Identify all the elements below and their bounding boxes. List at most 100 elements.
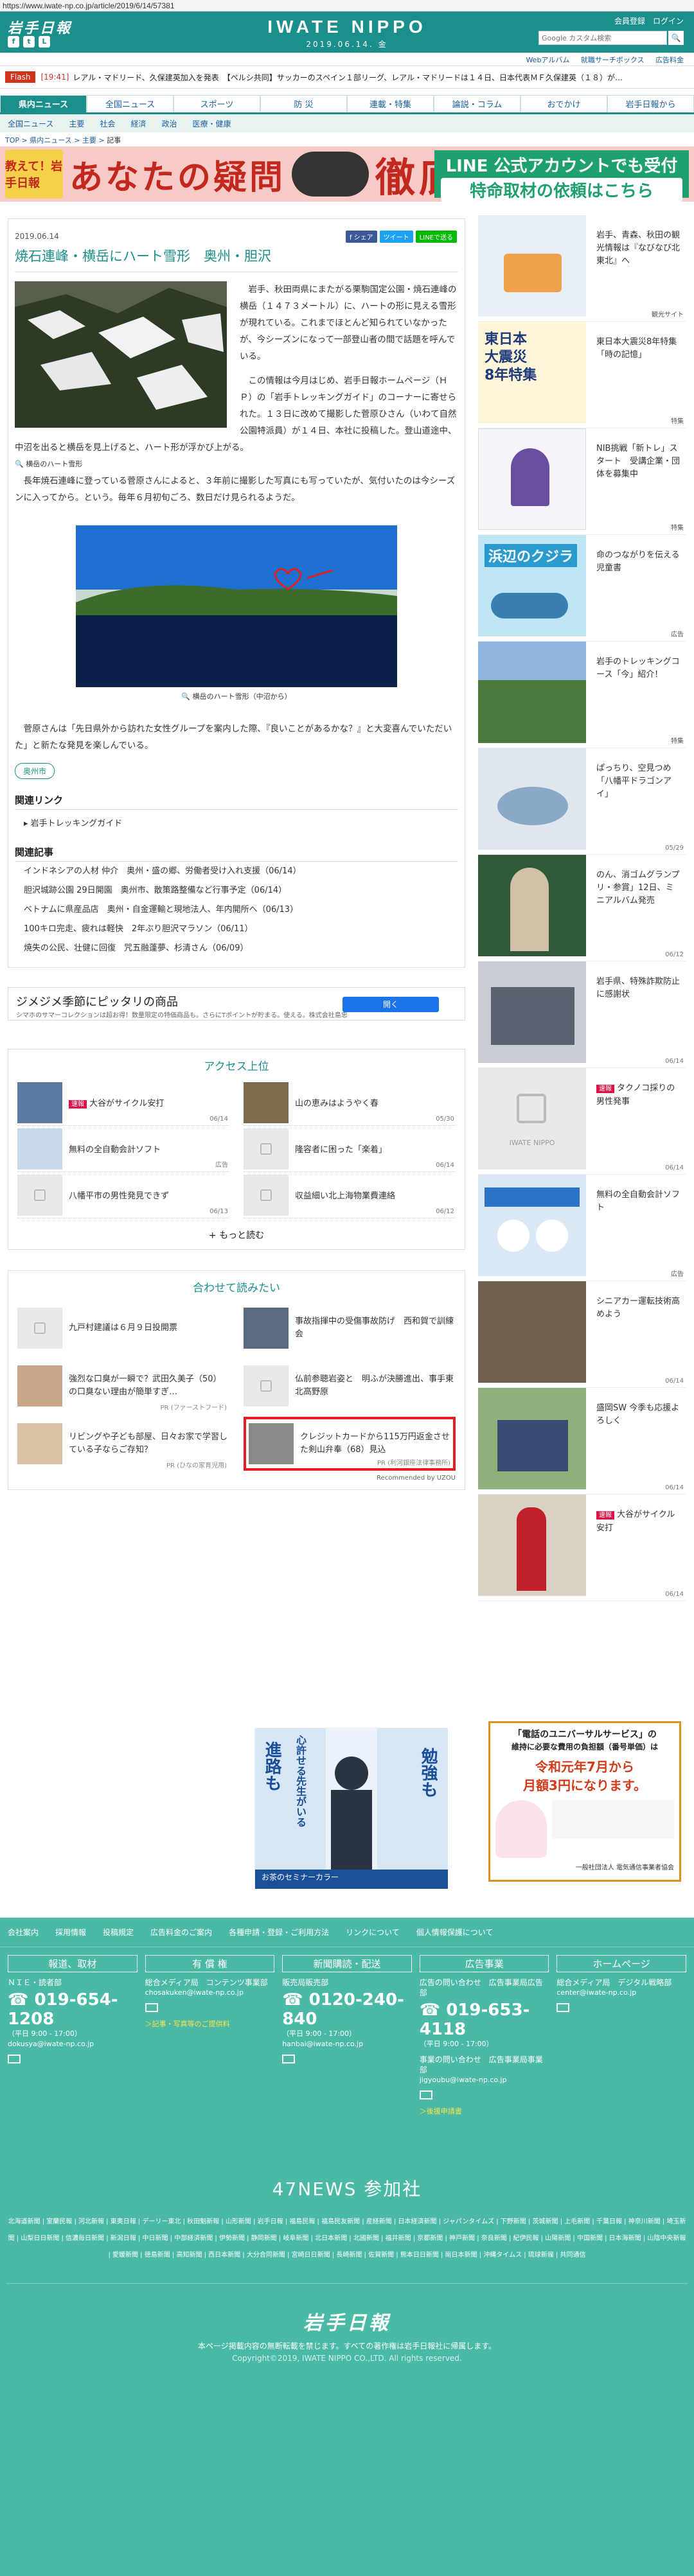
- banner-line-box[interactable]: LINE 公式アカウントでも受付 特命取材の依頼はこちら: [434, 150, 689, 202]
- recommend-item-highlighted[interactable]: クレジットカードから115万円返金させた剣山弁奉（68）見込 PR (利河銀座法…: [244, 1417, 456, 1471]
- display-ad-left[interactable]: 進路も 心許せる先生がいる 勉強も お茶のセミナーカラー: [254, 1728, 448, 1889]
- zoom-icon[interactable]: 🔍: [181, 692, 190, 701]
- ranking-title[interactable]: 収益細い北上海物業費連絡: [295, 1189, 395, 1201]
- special-report-banner[interactable]: 教えて！岩手日報 あなたの疑問 徹底解明 LINE 公式アカウントでも受付 特命…: [0, 146, 694, 202]
- sidebar-item[interactable]: 速報 大谷がサイクル安打 06/14: [478, 1494, 686, 1601]
- ranking-item[interactable]: 八幡平市の男性発見できず 06/13: [17, 1172, 229, 1218]
- ad-rate-link[interactable]: 広告料金: [655, 56, 684, 64]
- related-link-text[interactable]: 岩手トレッキングガイド: [31, 819, 123, 828]
- ranking-title[interactable]: 隆容者に困った「楽着」: [295, 1143, 387, 1155]
- footer-link[interactable]: リンクについて: [346, 1927, 400, 1938]
- sidebar-title[interactable]: 速報 タクノコ採りの男性発事: [596, 1082, 680, 1108]
- recommend-title[interactable]: 事故指揮中の受傷事故防げ 西和賀で訓練会: [295, 1315, 456, 1341]
- tag-chip[interactable]: 奥州市: [15, 763, 55, 779]
- ranking-item[interactable]: 山の恵みはようやく春 05/30: [244, 1080, 456, 1126]
- related-link[interactable]: ▸ 岩手トレッキングガイド: [24, 816, 458, 828]
- more-button[interactable]: + もっと読む: [17, 1229, 456, 1241]
- nav-item-disaster[interactable]: 防 災: [260, 95, 347, 112]
- subnav-item[interactable]: 経済: [130, 118, 146, 129]
- ranking-title[interactable]: 山の恵みはようやく春: [295, 1096, 378, 1108]
- footer-link[interactable]: 会社案内: [8, 1927, 39, 1938]
- sidebar-title[interactable]: シニアカー運転技術高めよう: [596, 1295, 680, 1321]
- footer-col-mail[interactable]: hanbai@iwate-np.co.jp: [282, 2039, 412, 2049]
- related-news-item[interactable]: インドネシアの人材 仲介 奥州・盛の郷、労働者受け入れ支援（06/14）: [15, 862, 458, 881]
- sidebar-item[interactable]: のん、消ゴムグランプリ・参賞」12日、ミニアルバム発売 06/12: [478, 855, 686, 961]
- sidebar-item[interactable]: 岩手、青森、秋田の観光情報は『なびなび北東北』へ 観光サイト: [478, 215, 686, 322]
- recommend-title[interactable]: リビングや子ども部屋、日々お家で学習している子ならご存知？: [69, 1431, 229, 1457]
- footer-col-link[interactable]: ＞記事・写真等のご提供料: [145, 2019, 275, 2029]
- sidebar-item[interactable]: 浜辺のクジラ 命のつながりを伝える児童書 広告: [478, 535, 686, 642]
- subnav-item[interactable]: 医療・健康: [192, 118, 231, 129]
- footer-col-mail[interactable]: chosakuken@iwate-np.co.jp: [145, 1988, 275, 1998]
- search-input[interactable]: [538, 31, 667, 45]
- footer-link[interactable]: 投稿規定: [103, 1927, 134, 1938]
- footer-col-mail[interactable]: dokusya@iwate-np.co.jp: [8, 2039, 138, 2049]
- nav-item-editorial[interactable]: 論説・コラム: [434, 95, 520, 112]
- recommend-item[interactable]: リビングや子ども部屋、日々お家で学習している子ならご存知？ PR (ひなの家育児…: [17, 1417, 229, 1471]
- breadcrumb-local[interactable]: 県内ニュース: [30, 136, 71, 145]
- facebook-share-button[interactable]: f シェア: [345, 231, 377, 243]
- ranking-text[interactable]: 速報 大谷がサイクル安打: [69, 1096, 164, 1108]
- related-news-item[interactable]: 焼失の公民、壮健に回復 咒五融蓬夢、杉清さん（06/09）: [15, 939, 458, 958]
- sidebar-title[interactable]: 東日本大震災8年特集「時の記憶」: [596, 336, 680, 362]
- recommend-title[interactable]: 仏前参聴岩姿と 明ふが決勝進出、事手東北高野原: [295, 1373, 456, 1399]
- footer-link[interactable]: 広告料金のご案内: [150, 1927, 212, 1938]
- recommend-item[interactable]: 九戸村建議は６月９日投開票: [17, 1301, 229, 1355]
- article-photo-lake[interactable]: [76, 525, 397, 687]
- nav-item-outing[interactable]: おでかけ: [520, 95, 607, 112]
- ranking-title[interactable]: 無料の全自動会計ソフト: [69, 1143, 161, 1155]
- related-news-item[interactable]: 100キロ完走、疲れは軽快 2年ぶり胆沢マラソン（06/11）: [15, 920, 458, 939]
- mail-icon[interactable]: [282, 2055, 296, 2063]
- nav-item-series[interactable]: 連載・特集: [347, 95, 434, 112]
- sidebar-title[interactable]: 速報 大谷がサイクル安打: [596, 1509, 680, 1535]
- recommend-title[interactable]: 強烈な口臭が一瞬で？武田久美子（50）の口臭ない理由が簡単すぎ…: [69, 1373, 229, 1399]
- sidebar-title[interactable]: 岩手、青森、秋田の観光情報は『なびなび北東北』へ: [596, 229, 680, 268]
- zoom-icon[interactable]: 🔍: [15, 460, 24, 468]
- footer-col-mail[interactable]: jigyoubu@iwate-np.co.jp: [420, 2075, 549, 2085]
- register-link[interactable]: 会員登録: [614, 15, 645, 26]
- sponsored-ad[interactable]: ジメジメ季節にピッタリの商品 シマホのサマーコレクションは超お得！数量限定の特価…: [8, 987, 465, 1021]
- subnav-item[interactable]: 主要: [69, 118, 84, 129]
- recommend-item[interactable]: 事故指揮中の受傷事故防げ 西和賀で訓練会: [244, 1301, 456, 1355]
- flash-news-ticker[interactable]: Flash [19:41] レアル・マドリード、久保建英加入を発表 【ペルシ共同…: [0, 66, 694, 89]
- breadcrumb-main[interactable]: 主要: [82, 136, 96, 145]
- sidebar-title[interactable]: ぱっちり、空見つめ「八幡平ドラゴンアイ」: [596, 762, 680, 801]
- subnav-item[interactable]: 全国ニュース: [8, 118, 53, 129]
- job-search-link[interactable]: 就職サーチボックス: [581, 56, 645, 64]
- footer-col-link[interactable]: ＞後援申請書: [420, 2106, 549, 2116]
- nav-item-from-iwate-nippo[interactable]: 岩手日報から: [607, 95, 694, 112]
- ranking-item[interactable]: 速報 大谷がサイクル安打 06/14: [17, 1080, 229, 1126]
- 47news-list[interactable]: 北海道新聞 | 室蘭民報 | 河北新報 | 東奥日報 | デーリー東北 | 秋田…: [6, 2214, 688, 2284]
- ranking-item[interactable]: 無料の全自動会計ソフト 広告: [17, 1126, 229, 1172]
- sidebar-item[interactable]: シニアカー運転技術高めよう 06/14: [478, 1281, 686, 1388]
- footer-link[interactable]: 各種申請・登録・ご利用方法: [229, 1927, 329, 1938]
- tweet-button[interactable]: ツイート: [379, 231, 413, 243]
- sidebar-item[interactable]: 東日本 大震災 8年特集 東日本大震災8年特集「時の記憶」 特集: [478, 322, 686, 428]
- ad-open-button[interactable]: 開く: [343, 997, 439, 1012]
- webalbum-link[interactable]: Webアルバム: [526, 56, 569, 64]
- ranking-item[interactable]: 隆容者に困った「楽着」 06/14: [244, 1126, 456, 1172]
- search-icon[interactable]: 🔍: [668, 31, 684, 45]
- sidebar-item[interactable]: NIB挑戦「新トレ」スタート 受講企業・団体を募集中 特集: [478, 428, 686, 535]
- login-link[interactable]: ログイン: [653, 15, 684, 26]
- sidebar-title[interactable]: 岩手県、特殊詐欺防止に感謝状: [596, 976, 680, 1001]
- ranking-title[interactable]: 八幡平市の男性発見できず: [69, 1189, 169, 1201]
- subnav-item[interactable]: 政治: [161, 118, 177, 129]
- flash-text[interactable]: レアル・マドリード、久保建英加入を発表 【ペルシ共同】サッカーのスペイン１部リー…: [73, 72, 623, 83]
- url-bar[interactable]: https://www.iwate-np.co.jp/article/2019/…: [0, 0, 694, 12]
- mail-icon[interactable]: [145, 2003, 158, 2012]
- footer-link[interactable]: 個人情報保護について: [416, 1927, 494, 1938]
- ranking-title[interactable]: 大谷がサイクル安打: [89, 1099, 164, 1108]
- footer-link[interactable]: 採用情報: [55, 1927, 86, 1938]
- nav-item-sports[interactable]: スポーツ: [174, 95, 260, 112]
- more-label[interactable]: もっと読む: [219, 1231, 264, 1241]
- sidebar-item[interactable]: 岩手のトレッキングコース「今」紹介！ 特集: [478, 642, 686, 748]
- subnav-item[interactable]: 社会: [100, 118, 115, 129]
- sidebar-title[interactable]: 岩手のトレッキングコース「今」紹介！: [596, 656, 680, 681]
- recommend-title[interactable]: クレジットカードから115万円返金させた剣山弁奉（68）見込: [300, 1431, 450, 1457]
- related-news-item[interactable]: ベトナムに県産品店 奥州・自金運輸と現地法人、年内開所へ（06/13）: [15, 900, 458, 920]
- nav-item-local-news[interactable]: 県内ニュース: [0, 95, 87, 112]
- mail-icon[interactable]: [8, 2055, 21, 2063]
- recommend-item[interactable]: 仏前参聴岩姿と 明ふが決勝進出、事手東北高野原: [244, 1359, 456, 1413]
- article-photo-heart-snow[interactable]: [15, 281, 227, 428]
